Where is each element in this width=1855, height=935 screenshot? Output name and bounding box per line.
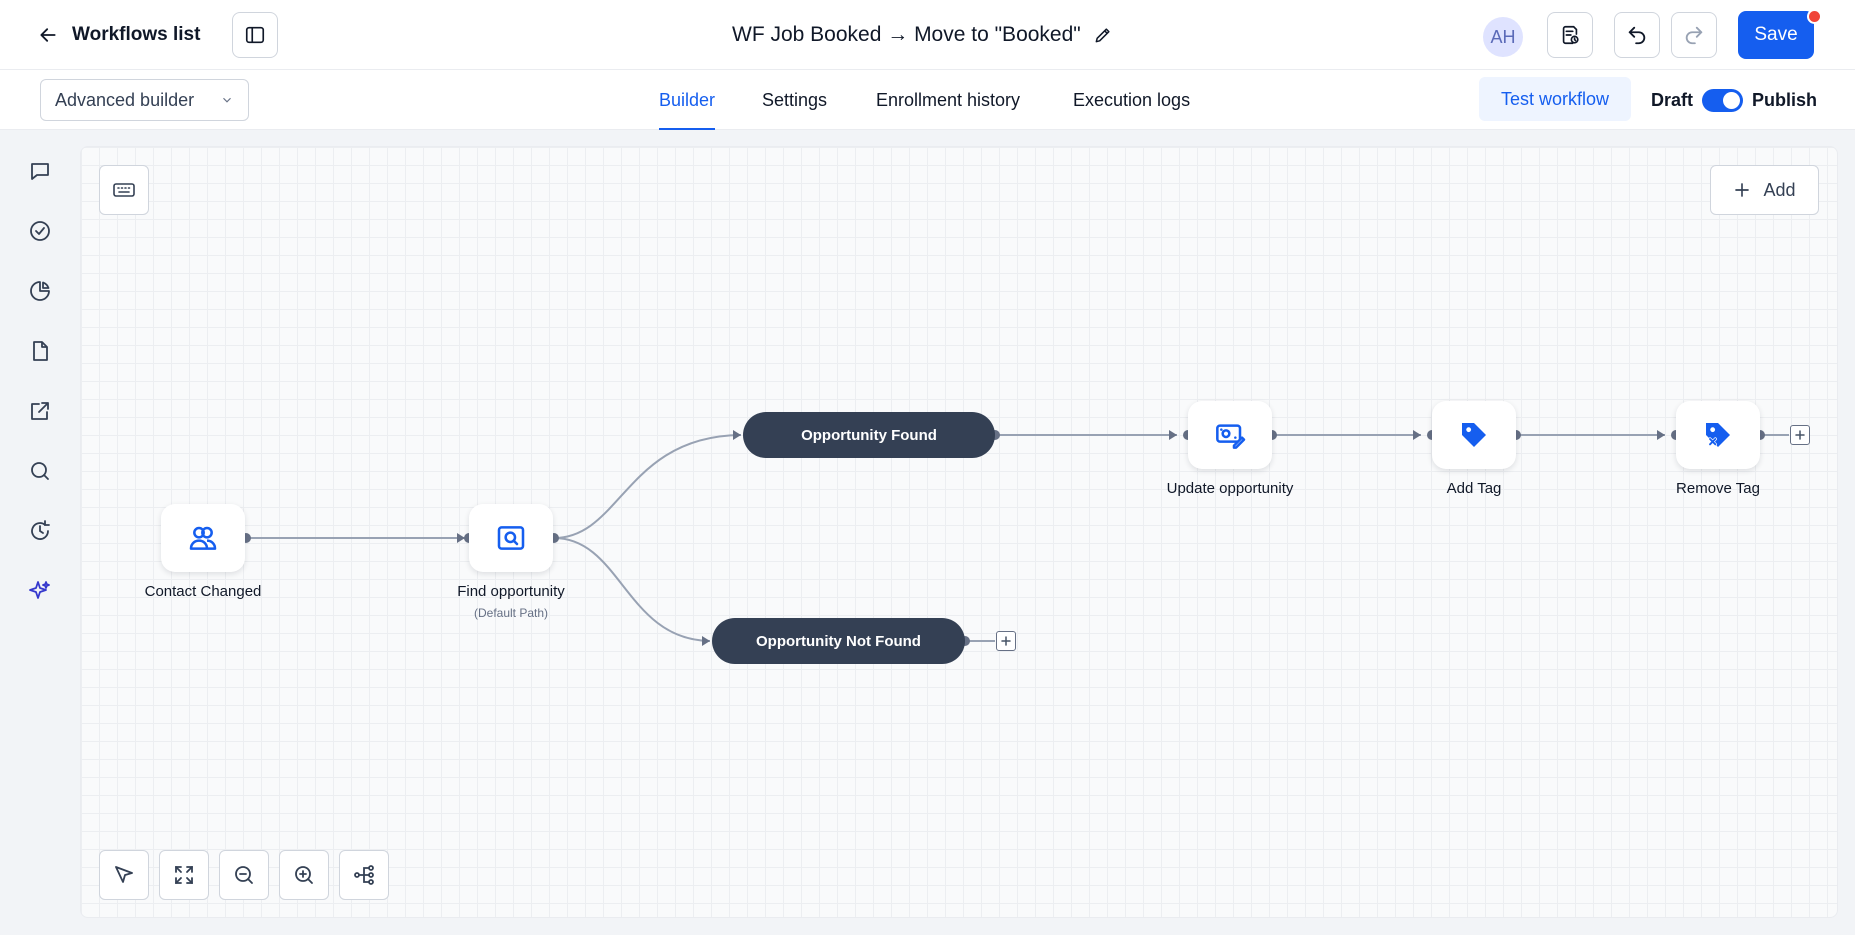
trigger-node-label: Contact Changed: [144, 583, 262, 600]
draft-label: Draft: [1651, 90, 1694, 110]
add-step-end-button[interactable]: [1790, 425, 1810, 445]
find-node-label: Find opportunity: [457, 583, 565, 600]
trigger-node-contact-changed[interactable]: [161, 504, 245, 572]
connector-find-to-found: [553, 434, 742, 539]
redo-icon: [1685, 26, 1703, 45]
sparkle-icon: [29, 581, 50, 599]
action-node-remove-tag[interactable]: [1676, 401, 1760, 469]
search-icon: [31, 462, 49, 480]
builder-mode-select[interactable]: Advanced builder: [40, 79, 249, 121]
share-rail-button[interactable]: [20, 391, 60, 431]
back-label: Workflows list: [72, 24, 201, 45]
history-icon: [31, 520, 50, 540]
sidebar-panel-icon: [245, 26, 265, 44]
undo-icon: [1628, 26, 1646, 45]
add-step-not-found-button[interactable]: [996, 631, 1016, 651]
pointer-icon: [115, 866, 133, 883]
left-rail: [0, 131, 80, 935]
save-button[interactable]: Save: [1738, 11, 1814, 59]
check-circle-icon: [30, 221, 50, 241]
zoom-out-icon: [235, 866, 253, 884]
action-node-update-opportunity[interactable]: [1188, 401, 1272, 469]
keyboard-shortcuts-button[interactable]: [99, 165, 149, 215]
tab-settings[interactable]: Settings: [762, 70, 827, 130]
auto-layout-button[interactable]: [339, 850, 389, 900]
workflow-title-text: WF Job Booked → Move to "Booked": [732, 23, 1081, 46]
auto-layout-icon: [354, 865, 374, 885]
back-to-workflows-link[interactable]: Workflows list: [38, 20, 200, 50]
add-tag-node-label: Add Tag: [1446, 480, 1502, 497]
action-node-add-tag[interactable]: [1432, 401, 1516, 469]
keyboard-icon: [113, 183, 135, 197]
find-node-sublabel: (Default Path): [473, 606, 549, 620]
test-workflow-button[interactable]: Test workflow: [1479, 77, 1631, 121]
chat-icon: [31, 163, 49, 180]
tag-remove-icon: [1706, 423, 1730, 447]
avatar-initials: AH: [1490, 26, 1516, 47]
users-icon: [189, 526, 217, 550]
action-node-find-opportunity[interactable]: [469, 504, 553, 572]
user-avatar[interactable]: AH: [1483, 17, 1523, 57]
tasks-rail-button[interactable]: [20, 211, 60, 251]
external-link-icon: [31, 402, 49, 420]
toggle-sidebar-button[interactable]: [232, 12, 278, 58]
add-node-button[interactable]: Add: [1710, 165, 1819, 215]
document-history-icon: [1562, 25, 1579, 45]
branch-opportunity-found[interactable]: Opportunity Found: [743, 412, 995, 458]
add-label: Add: [1763, 179, 1796, 200]
comments-rail-button[interactable]: [20, 151, 60, 191]
plus-icon: [1735, 183, 1750, 197]
search-card-icon: [497, 526, 525, 550]
search-rail-button[interactable]: [20, 451, 60, 491]
zoom-out-button[interactable]: [219, 850, 269, 900]
update-node-label: Update opportunity: [1166, 480, 1294, 497]
builder-mode-value: Advanced builder: [55, 89, 195, 110]
notes-rail-button[interactable]: [20, 331, 60, 371]
arrow-left-icon: [40, 28, 56, 42]
fit-view-icon: [175, 866, 193, 884]
update-opportunity-icon: [1216, 424, 1246, 449]
chevron-down-icon: [223, 97, 231, 103]
unsaved-badge: [1807, 9, 1822, 24]
connection-lines: [241, 430, 1789, 646]
pie-chart-icon: [30, 281, 50, 301]
workflow-canvas[interactable]: Add Contact Changed Find opportunity (De…: [80, 146, 1838, 918]
tab-builder[interactable]: Builder: [659, 70, 716, 130]
tag-icon: [1462, 423, 1486, 447]
zoom-in-button[interactable]: [279, 850, 329, 900]
plus-icon: [1001, 636, 1011, 646]
tab-execution-logs[interactable]: Execution logs: [1073, 70, 1190, 130]
version-history-button[interactable]: [1547, 12, 1593, 58]
history-rail-button[interactable]: [20, 511, 60, 551]
top-bar: Workflows list WF Job Booked → Move to "…: [0, 0, 1855, 70]
select-tool-button[interactable]: [99, 850, 149, 900]
builder-toolbar: Advanced builder Builder Settings Enroll…: [0, 70, 1855, 130]
fit-view-button[interactable]: [159, 850, 209, 900]
remove-tag-node-label: Remove Tag: [1676, 480, 1760, 497]
zoom-in-icon: [295, 866, 313, 884]
publish-label: Publish: [1752, 90, 1818, 110]
redo-button[interactable]: [1671, 12, 1717, 58]
publish-toggle[interactable]: [1702, 89, 1743, 112]
tab-enrollment-history[interactable]: Enrollment history: [876, 70, 1020, 130]
ai-assistant-rail-button[interactable]: [20, 571, 60, 611]
connector-find-to-not-found: [553, 537, 711, 642]
branch-opportunity-not-found[interactable]: Opportunity Not Found: [712, 618, 965, 664]
workflow-title: WF Job Booked → Move to "Booked": [732, 18, 1113, 52]
plus-icon: [1795, 430, 1805, 440]
edit-pencil-icon[interactable]: [1093, 25, 1113, 45]
stats-rail-button[interactable]: [20, 271, 60, 311]
undo-button[interactable]: [1614, 12, 1660, 58]
file-icon: [33, 341, 48, 361]
